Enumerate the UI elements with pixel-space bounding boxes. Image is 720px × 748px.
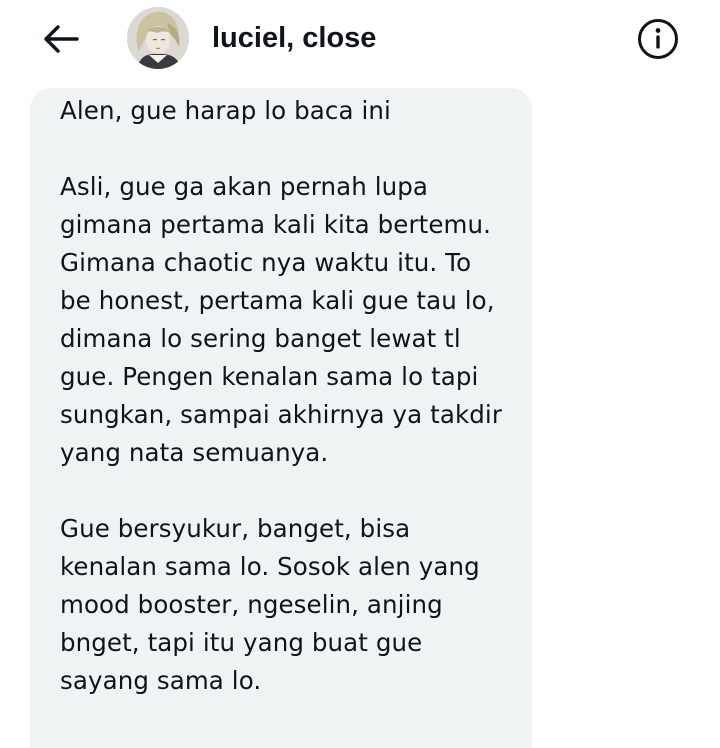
info-button[interactable] — [636, 17, 680, 61]
avatar[interactable] — [127, 7, 189, 69]
back-button[interactable] — [38, 16, 84, 62]
conversation-title: luciel, close — [212, 22, 377, 54]
conversation-header: luciel, close — [0, 0, 720, 82]
avatar-image — [127, 7, 189, 69]
arrow-left-icon — [44, 25, 79, 53]
message-text: Alen, gue harap lo baca ini Asli, gue ga… — [60, 96, 502, 695]
info-circle-icon — [638, 19, 678, 59]
